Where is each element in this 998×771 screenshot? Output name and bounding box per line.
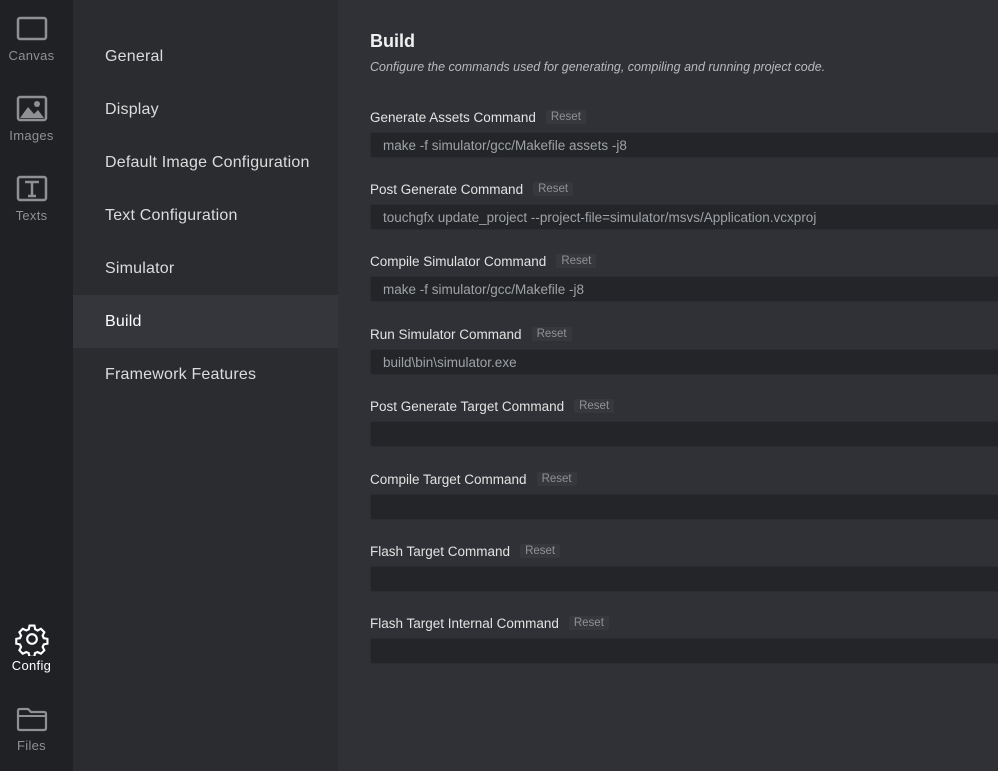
- app-rail: Canvas Images Texts Config Files: [0, 0, 73, 771]
- rail-item-canvas[interactable]: Canvas: [0, 14, 63, 63]
- run-simulator-command-input[interactable]: [370, 349, 998, 375]
- nav-item-framework-features[interactable]: Framework Features: [73, 348, 338, 401]
- field-label: Post Generate Command: [370, 181, 524, 197]
- post-generate-command-input[interactable]: [370, 204, 998, 230]
- generate-assets-command-input[interactable]: [370, 132, 998, 158]
- flash-target-internal-command-input[interactable]: [370, 638, 998, 664]
- rail-label-images: Images: [9, 128, 54, 143]
- page-title: Build: [370, 31, 415, 51]
- compile-target-command-field: Compile Target Command Reset: [370, 469, 998, 520]
- field-label: Flash Target Internal Command: [370, 615, 559, 631]
- reset-button[interactable]: Reset: [536, 472, 577, 486]
- field-label: Post Generate Target Command: [370, 398, 565, 414]
- nav-item-default-image-configuration[interactable]: Default Image Configuration: [73, 136, 338, 189]
- run-simulator-command-field: Run Simulator Command Reset: [370, 324, 998, 375]
- field-label: Flash Target Command: [370, 543, 511, 559]
- nav-item-label: Build: [105, 312, 142, 330]
- nav-item-label: Text Configuration: [105, 206, 238, 224]
- nav-item-general[interactable]: General: [73, 30, 338, 83]
- nav-item-label: Default Image Configuration: [105, 153, 310, 171]
- post-generate-target-command-input[interactable]: [370, 421, 998, 447]
- rail-label-files: Files: [17, 738, 46, 753]
- nav-item-simulator[interactable]: Simulator: [73, 242, 338, 295]
- config-section-nav: General Display Default Image Configurat…: [73, 0, 338, 771]
- image-icon: [15, 94, 49, 124]
- rail-item-config[interactable]: Config: [0, 624, 63, 673]
- field-label: Compile Simulator Command: [370, 253, 547, 269]
- nav-item-label: Simulator: [105, 259, 175, 277]
- reset-button[interactable]: Reset: [545, 110, 586, 124]
- page-subtitle: Configure the commands used for generati…: [370, 60, 826, 74]
- rail-item-files[interactable]: Files: [0, 704, 63, 753]
- rail-label-config: Config: [11, 658, 52, 673]
- compile-simulator-command-field: Compile Simulator Command Reset: [370, 251, 998, 302]
- post-generate-command-field: Post Generate Command Reset: [370, 179, 998, 230]
- nav-item-label: General: [105, 47, 164, 65]
- field-label: Run Simulator Command: [370, 326, 522, 342]
- rail-item-texts[interactable]: Texts: [0, 174, 63, 223]
- compile-target-command-input[interactable]: [370, 494, 998, 520]
- nav-item-build[interactable]: Build: [73, 295, 338, 348]
- flash-target-command-field: Flash Target Command Reset: [370, 541, 998, 592]
- field-label: Generate Assets Command: [370, 109, 536, 125]
- build-settings-panel: Build Configure the commands used for ge…: [338, 0, 998, 771]
- reset-button[interactable]: Reset: [520, 544, 561, 558]
- generate-assets-command-field: Generate Assets Command Reset: [370, 107, 998, 158]
- nav-item-label: Display: [105, 100, 159, 118]
- nav-item-display[interactable]: Display: [73, 83, 338, 136]
- field-label: Compile Target Command: [370, 471, 527, 487]
- canvas-icon: [15, 14, 49, 44]
- post-generate-target-command-field: Post Generate Target Command Reset: [370, 396, 998, 447]
- flash-target-command-input[interactable]: [370, 566, 998, 592]
- compile-simulator-command-input[interactable]: [370, 276, 998, 302]
- gear-icon: [14, 624, 49, 656]
- rail-label-canvas: Canvas: [8, 48, 55, 63]
- nav-item-label: Framework Features: [105, 365, 257, 383]
- rail-item-images[interactable]: Images: [0, 94, 63, 143]
- folder-icon: [15, 704, 49, 734]
- text-icon: [15, 174, 49, 204]
- flash-target-internal-command-field: Flash Target Internal Command Reset: [370, 613, 998, 664]
- reset-button[interactable]: Reset: [533, 182, 574, 196]
- reset-button[interactable]: Reset: [556, 254, 597, 268]
- nav-item-text-configuration[interactable]: Text Configuration: [73, 189, 338, 242]
- reset-button[interactable]: Reset: [574, 399, 615, 413]
- reset-button[interactable]: Reset: [568, 616, 609, 630]
- rail-label-texts: Texts: [15, 208, 48, 223]
- reset-button[interactable]: Reset: [531, 327, 572, 341]
